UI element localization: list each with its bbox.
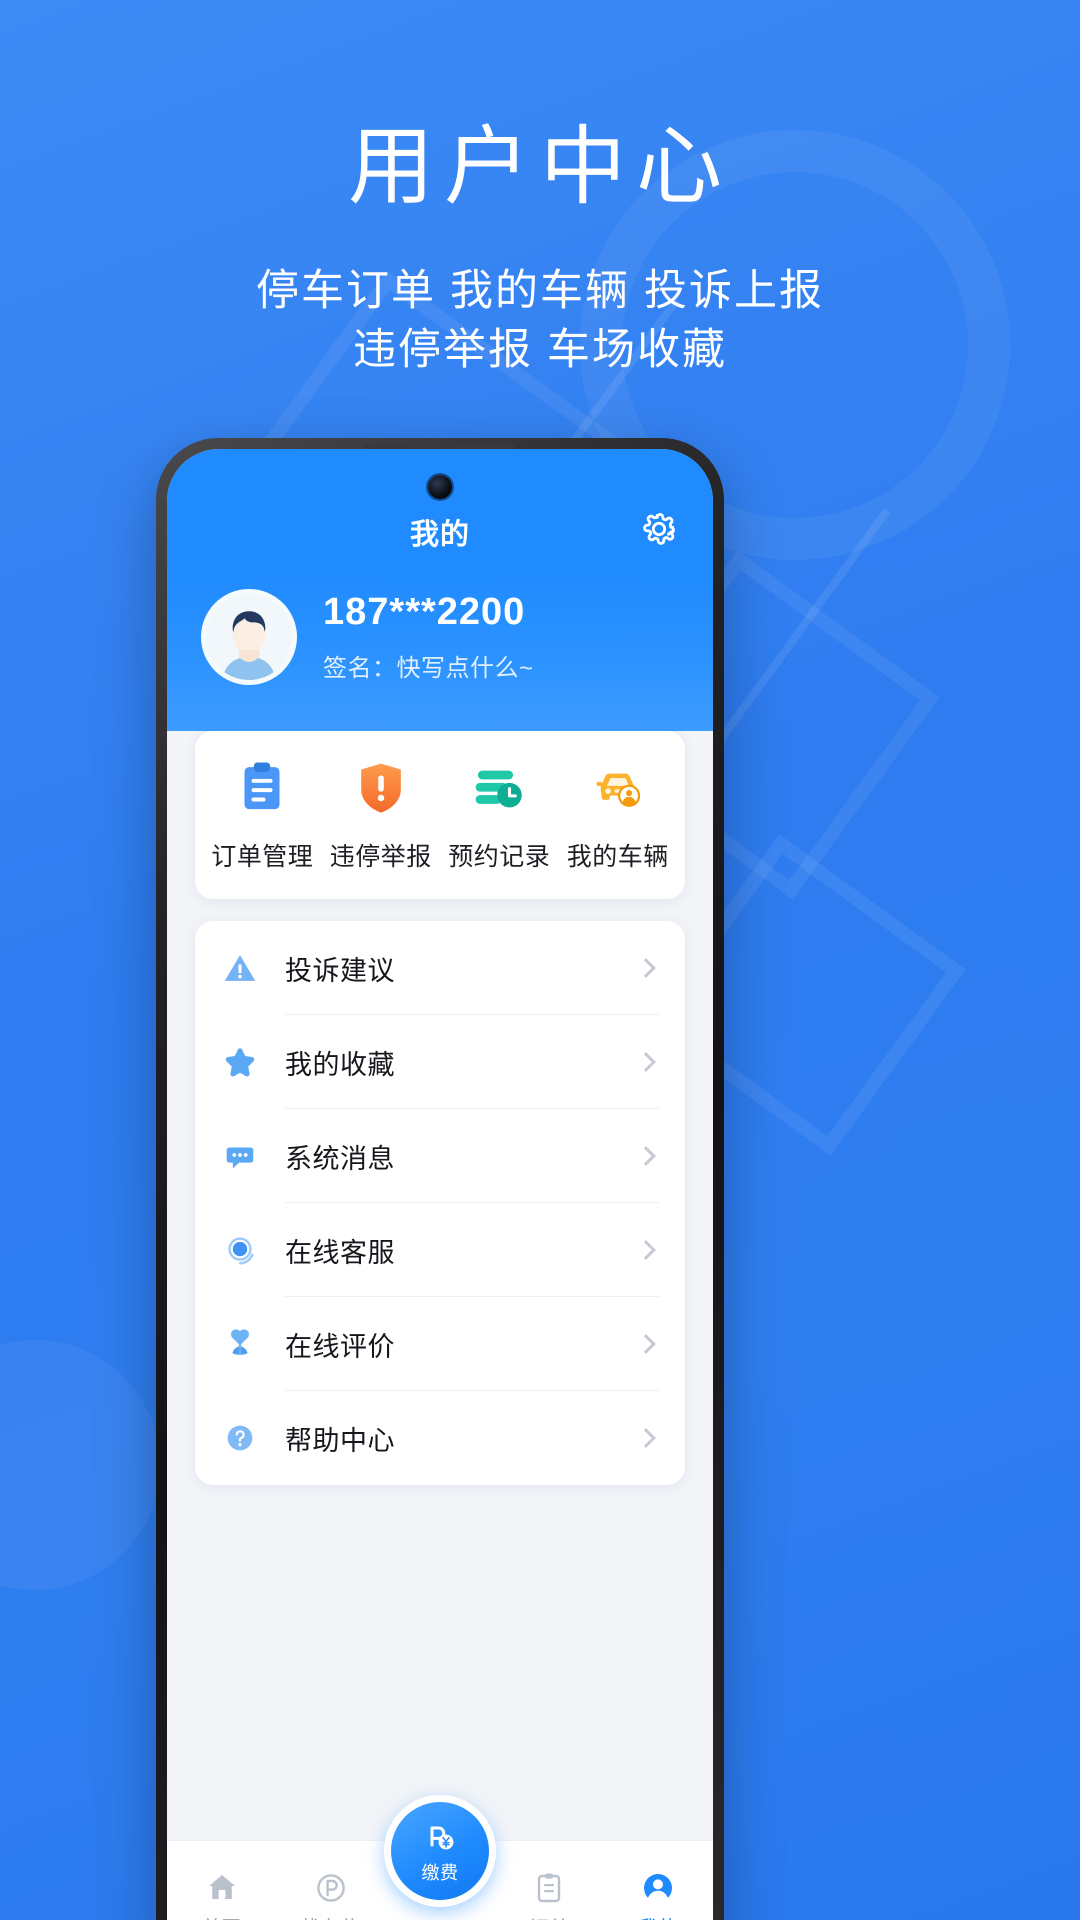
app-header-title: 我的: [409, 519, 470, 551]
menu-item-label: 帮助中心: [285, 1425, 395, 1456]
nav-item-home[interactable]: 首页: [167, 1841, 276, 1920]
quick-actions-card: 订单管理 违停举报 预约记录 我的车辆: [195, 731, 685, 899]
profile-section[interactable]: 187***2200 签名：快写点什么~: [167, 567, 713, 731]
menu-item-label: 系统消息: [285, 1143, 395, 1174]
order-list-icon: [538, 1873, 561, 1903]
poster-hero: 用户中心 停车订单 我的车辆 投诉上报 违停举报 车场收藏: [0, 0, 1080, 378]
menu-item-help-center[interactable]: 帮助中心: [221, 1391, 659, 1485]
headset-icon: [228, 1237, 254, 1265]
pay-fee-fab-label: 缴费: [421, 1863, 459, 1883]
quick-action-label: 预约记录: [448, 843, 551, 871]
pay-parking-icon: [430, 1826, 454, 1850]
hero-subtitle-line-2: 违停举报 车场收藏: [353, 326, 727, 375]
avatar[interactable]: [201, 589, 297, 685]
settings-button[interactable]: [639, 509, 679, 549]
profile-signature[interactable]: 签名：快写点什么~: [323, 648, 534, 683]
menu-item-label: 在线客服: [285, 1237, 395, 1268]
menu-item-label: 我的收藏: [285, 1049, 395, 1080]
profile-text-block: 187***2200 签名：快写点什么~: [323, 591, 534, 683]
chat-bubble-icon: [226, 1147, 254, 1169]
avatar-illustration-icon: [206, 594, 292, 680]
profile-phone-number: 187***2200: [323, 591, 526, 633]
clipboard-icon: [244, 762, 280, 810]
user-icon: [644, 1874, 673, 1904]
warning-triangle-icon: [224, 955, 256, 981]
menu-item-online-review[interactable]: 在线评价: [221, 1297, 659, 1391]
quick-action-order-management[interactable]: 订单管理: [203, 759, 322, 873]
quick-action-illegal-parking-report[interactable]: 违停举报: [322, 759, 441, 873]
shield-alert-icon: [360, 763, 401, 813]
star-icon: [225, 1048, 255, 1077]
chevron-right-icon: [636, 1146, 656, 1166]
menu-item-complaint-suggestion[interactable]: 投诉建议: [221, 921, 659, 1015]
gear-icon: [643, 513, 675, 545]
nav-item-label: 首页: [202, 1913, 241, 1920]
home-icon: [208, 1875, 235, 1899]
menu-item-my-favorites[interactable]: 我的收藏: [221, 1015, 659, 1109]
phone-mockup: 我的 187***2200 签名：快写点什么~ 订单管理 违停举报 预约记录 我…: [156, 438, 724, 1920]
quick-action-label: 我的车辆: [566, 843, 669, 871]
page-title: 用户中心: [348, 117, 732, 217]
phone-screen: 我的 187***2200 签名：快写点什么~ 订单管理 违停举报 预约记录 我…: [167, 449, 713, 1920]
chevron-right-icon: [636, 1240, 656, 1260]
nav-item-label: 订单: [530, 1913, 569, 1920]
menu-item-label: 投诉建议: [285, 955, 395, 986]
list-clock-icon: [475, 770, 522, 808]
quick-action-my-vehicle[interactable]: 我的车辆: [559, 759, 678, 873]
menu-item-label: 在线评价: [285, 1331, 395, 1362]
nav-item-label: 找车位: [302, 1913, 361, 1920]
heart-flower-icon: [231, 1329, 249, 1355]
parking-pin-icon: [316, 1874, 345, 1902]
front-camera-punch-hole: [428, 475, 452, 499]
quick-action-reservation-records[interactable]: 预约记录: [440, 759, 559, 873]
chevron-right-icon: [636, 1052, 656, 1072]
pay-fee-fab-button[interactable]: 缴费: [384, 1795, 496, 1907]
chevron-right-icon: [636, 1428, 656, 1448]
nav-item-orders[interactable]: 订单: [495, 1841, 604, 1920]
nav-item-find-parking[interactable]: 找车位: [276, 1841, 385, 1920]
decor-circle-small: [0, 1340, 160, 1590]
nav-fab-slot: 缴费: [384, 1795, 496, 1920]
quick-action-label: 违停举报: [329, 843, 432, 871]
nav-item-mine[interactable]: 我的: [604, 1841, 713, 1920]
bottom-navigation-bar: 首页 找车位 缴费: [167, 1795, 713, 1920]
car-user-icon: [596, 773, 640, 807]
chevron-right-icon: [636, 958, 656, 978]
app-header: 我的: [167, 449, 713, 567]
menu-item-online-service[interactable]: 在线客服: [221, 1203, 659, 1297]
quick-action-label: 订单管理: [211, 843, 314, 871]
hero-subtitle-line-1: 停车订单 我的车辆 投诉上报: [256, 267, 824, 316]
nav-item-label: 我的: [639, 1913, 678, 1920]
chevron-right-icon: [636, 1334, 656, 1354]
question-circle-icon: [227, 1425, 253, 1451]
menu-list-card: 投诉建议 我的收藏 系统消息 在线客服 在线评价 帮助中心: [195, 921, 685, 1485]
menu-item-system-messages[interactable]: 系统消息: [221, 1109, 659, 1203]
